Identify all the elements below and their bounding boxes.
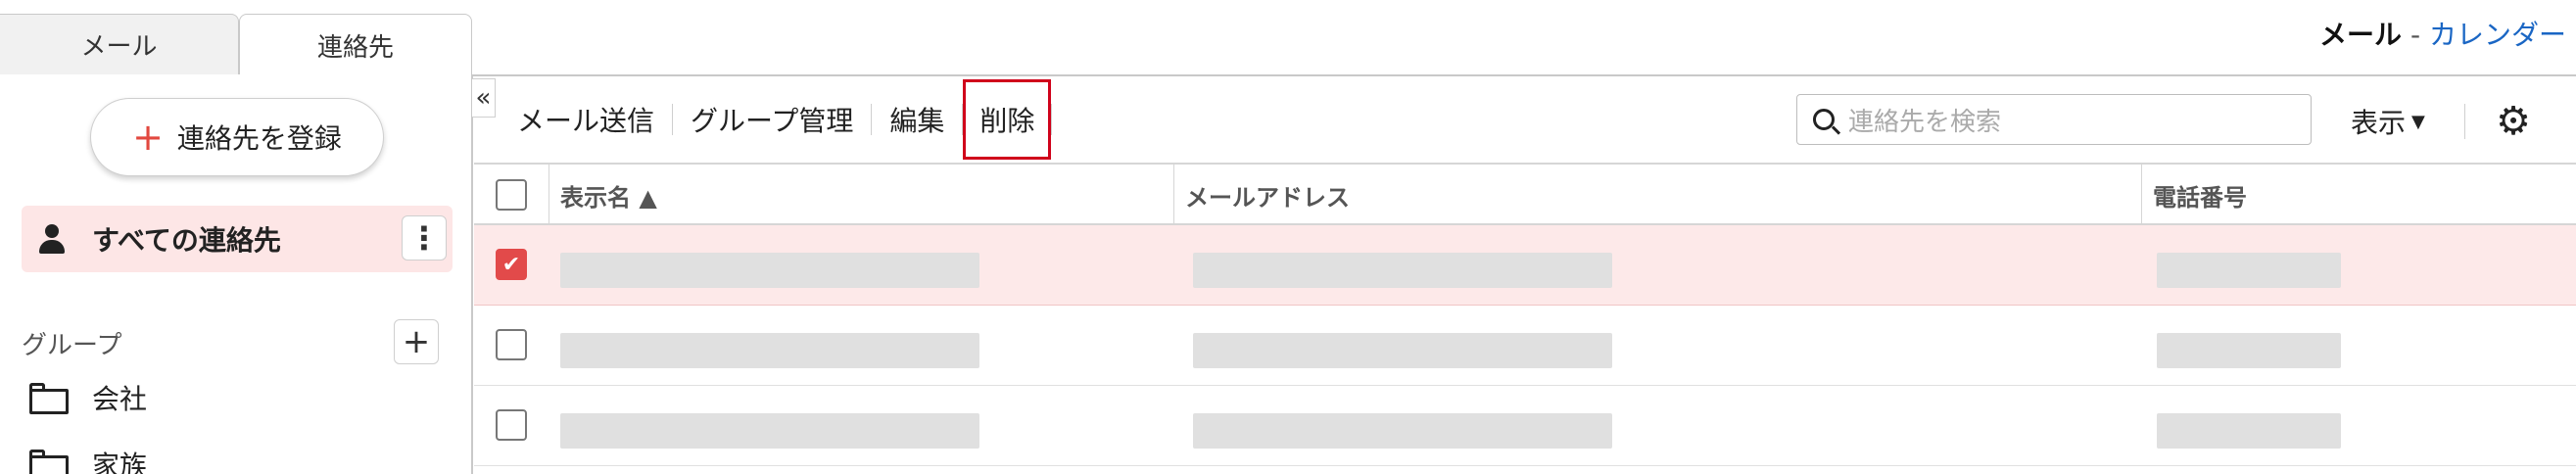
row-checkbox[interactable] bbox=[496, 409, 527, 441]
toolbar-divider bbox=[1051, 104, 1053, 135]
sidebar-item-group-family[interactable]: 家族 bbox=[29, 445, 147, 474]
all-contacts-label: すべての連絡先 bbox=[92, 224, 281, 257]
sidebar-divider bbox=[471, 74, 473, 474]
tab-contacts-label: 連絡先 bbox=[316, 32, 394, 63]
toolbar-divider bbox=[2464, 104, 2465, 139]
email-placeholder bbox=[1193, 413, 1612, 449]
column-header-phone[interactable]: 電話番号 bbox=[2153, 165, 2247, 225]
sidebar-item-group-company[interactable]: 会社 bbox=[29, 378, 147, 417]
send-mail-button[interactable]: メール送信 bbox=[500, 100, 672, 139]
row-checkbox[interactable] bbox=[496, 329, 527, 360]
sidebar: + 連絡先を登録 すべての連絡先 ⋮ グループ + 会社 家族 bbox=[0, 74, 472, 474]
select-all-checkbox[interactable] bbox=[496, 179, 527, 211]
table-row[interactable] bbox=[474, 306, 2576, 386]
app-switcher-current: メール bbox=[2319, 19, 2403, 51]
phone-placeholder bbox=[2157, 333, 2341, 368]
add-contact-label: 連絡先を登録 bbox=[176, 122, 342, 155]
phone-placeholder bbox=[2157, 413, 2341, 449]
group-label: 家族 bbox=[92, 450, 148, 474]
delete-button[interactable]: 削除 bbox=[963, 79, 1052, 160]
column-divider bbox=[2141, 165, 2142, 225]
table-header: 表示名 ▲ メールアドレス 電話番号 bbox=[474, 163, 2576, 225]
folder-icon bbox=[29, 450, 69, 474]
view-menu-button[interactable]: 表示 ▼ bbox=[2351, 102, 2425, 141]
contacts-app: メール 連絡先 メール - カレンダー + 連絡先を登録 すべての連絡先 ⋮ グ… bbox=[0, 0, 2576, 474]
name-placeholder bbox=[560, 253, 979, 288]
name-placeholder bbox=[560, 333, 979, 368]
name-placeholder bbox=[560, 413, 979, 449]
person-icon bbox=[37, 224, 67, 254]
add-group-button[interactable]: + bbox=[394, 319, 439, 364]
search-placeholder: 連絡先を検索 bbox=[1848, 107, 2002, 137]
phone-placeholder bbox=[2157, 253, 2341, 288]
tab-contacts[interactable]: 連絡先 bbox=[239, 14, 472, 75]
column-header-name[interactable]: 表示名 ▲ bbox=[560, 165, 657, 225]
group-label: 会社 bbox=[92, 383, 148, 415]
collapse-sidebar-button[interactable]: « bbox=[472, 78, 496, 118]
toolbar: メール送信 グループ管理 編集 削除 bbox=[500, 76, 1053, 163]
search-input[interactable]: 連絡先を検索 bbox=[1796, 94, 2312, 145]
folder-icon bbox=[29, 383, 69, 414]
calendar-link[interactable]: カレンダー bbox=[2429, 19, 2566, 51]
edit-button[interactable]: 編集 bbox=[872, 100, 962, 139]
caret-down-icon: ▼ bbox=[2411, 111, 2425, 132]
email-placeholder bbox=[1193, 333, 1612, 368]
tab-mail[interactable]: メール bbox=[0, 14, 239, 74]
search-icon bbox=[1813, 109, 1835, 130]
tab-mail-label: メール bbox=[80, 32, 158, 62]
column-header-email[interactable]: メールアドレス bbox=[1185, 165, 1350, 225]
add-contact-button[interactable]: + 連絡先を登録 bbox=[90, 98, 384, 176]
more-options-button[interactable]: ⋮ bbox=[402, 215, 447, 261]
gear-icon[interactable]: ⚙ bbox=[2494, 102, 2533, 141]
group-section-label: グループ bbox=[22, 331, 122, 360]
table-row[interactable] bbox=[474, 386, 2576, 466]
contacts-table: 表示名 ▲ メールアドレス 電話番号 ✔ bbox=[474, 163, 2576, 466]
view-label: 表示 bbox=[2351, 107, 2407, 139]
table-row[interactable]: ✔ bbox=[474, 225, 2576, 306]
group-manage-button[interactable]: グループ管理 bbox=[673, 100, 871, 139]
column-divider bbox=[1173, 165, 1174, 225]
plus-icon: + bbox=[132, 116, 164, 159]
row-checkbox-checked[interactable]: ✔ bbox=[496, 249, 527, 280]
app-switcher-separator: - bbox=[2409, 19, 2421, 51]
app-switcher: メール - カレンダー bbox=[2319, 14, 2566, 53]
email-placeholder bbox=[1193, 253, 1612, 288]
sidebar-item-all-contacts[interactable]: すべての連絡先 ⋮ bbox=[22, 206, 453, 272]
